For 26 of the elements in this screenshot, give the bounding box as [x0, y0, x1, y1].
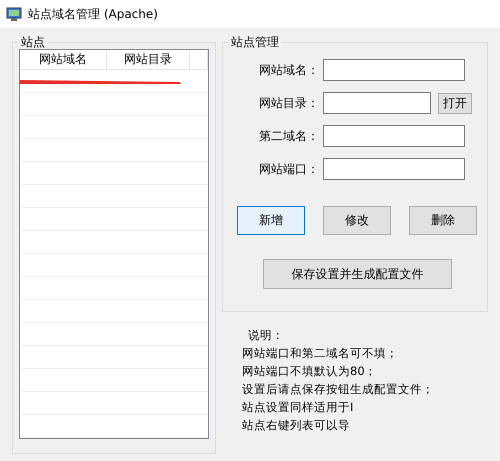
app-icon	[6, 6, 22, 22]
note-text: 网站端口不填默认为80；	[242, 364, 378, 378]
note-text: 网站端口和第二域名可不填；	[242, 346, 399, 360]
input-field[interactable]	[323, 92, 431, 114]
note-text: 设置后请点保存按钮生成配置文件；	[242, 382, 435, 396]
action-button[interactable]: 修改	[323, 206, 391, 235]
save-button[interactable]: 保存设置并生成配置文件	[263, 259, 452, 289]
note-text: 站点设置同样适用于I	[242, 400, 354, 414]
input-field[interactable]	[323, 59, 465, 81]
note-text: 站点右键列表可以导	[242, 418, 351, 432]
field-label: 网站域名：	[258, 62, 319, 78]
action-button[interactable]: 新增	[237, 206, 305, 235]
column-header[interactable]: 网站目录	[107, 50, 190, 69]
input-field[interactable]	[323, 158, 465, 180]
group-title: 站点管理	[229, 35, 281, 49]
note-text: 说明：	[247, 328, 285, 342]
site-list[interactable]: 网站域名 网站目录	[19, 49, 209, 439]
field-label: 网站目录：	[258, 94, 319, 112]
field-label: 第二域名：	[258, 128, 319, 144]
group-title: 站点	[19, 35, 47, 49]
open-button[interactable]: 打开	[438, 92, 472, 114]
action-button[interactable]: 删除	[409, 206, 477, 235]
column-header[interactable]: 网站域名	[20, 50, 107, 69]
field-label: 网站端口：	[258, 160, 319, 178]
input-field[interactable]	[323, 125, 465, 147]
window-title: 站点域名管理 (Apache)	[28, 6, 158, 22]
